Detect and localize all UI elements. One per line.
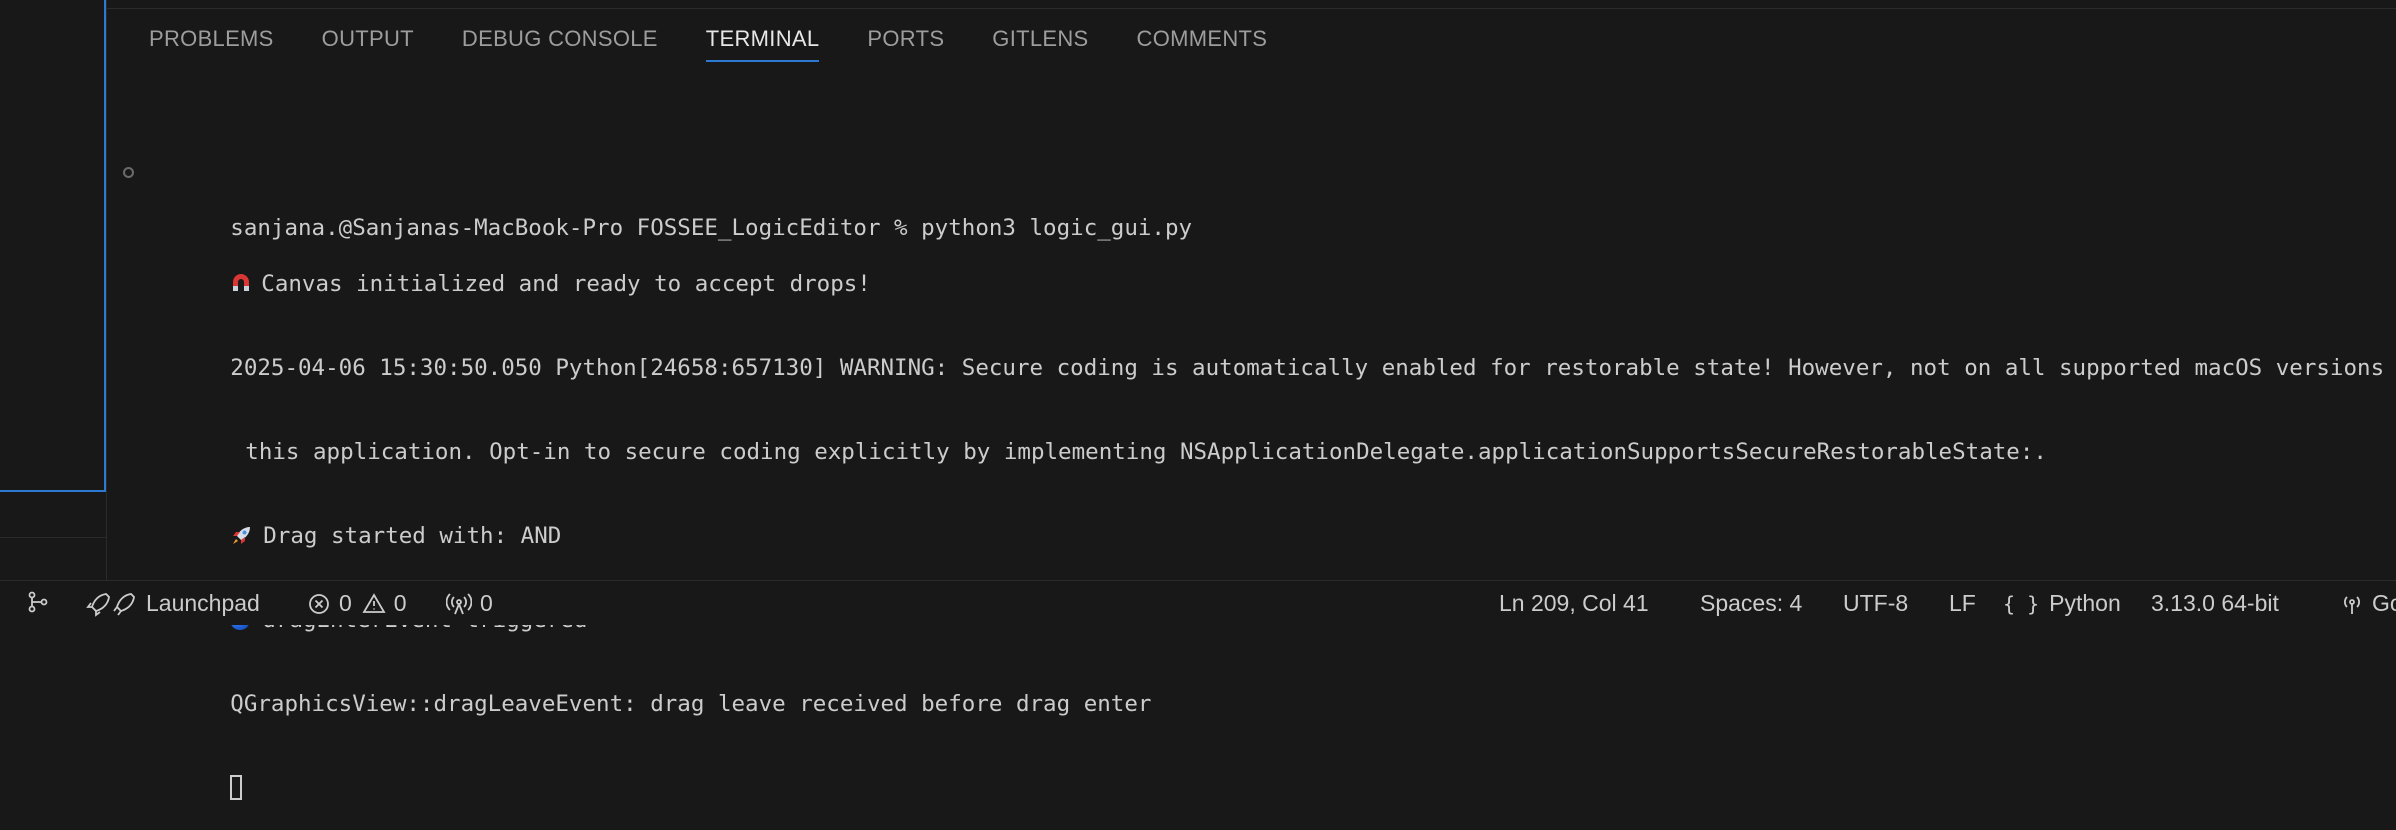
errors-count: 0	[339, 590, 352, 616]
bottom-panel: PROBLEMS OUTPUT DEBUG CONSOLE TERMINAL P…	[106, 0, 2396, 800]
warnings-count: 0	[393, 590, 407, 616]
command-status-icon[interactable]	[123, 167, 134, 178]
ports-count: 0	[480, 590, 493, 616]
launchpad-button[interactable]: Launchpad	[86, 590, 260, 617]
terminal-line: sanjana.@Sanjanas-MacBook-Pro FOSSEE_Log…	[123, 158, 2396, 241]
broadcast-icon	[2344, 595, 2360, 614]
cursor-position[interactable]: Ln 209, Col 41	[1499, 590, 1649, 617]
terminal-text: QGraphicsView::dragLeaveEvent: drag leav…	[230, 691, 1152, 717]
language-mode[interactable]: { } Python	[2003, 590, 2121, 617]
braces-icon: { }	[2003, 591, 2040, 616]
terminal-line: 2025-04-06 15:30:50.050 Python[24658:657…	[149, 326, 2396, 381]
language-label: Python	[2049, 590, 2121, 616]
eol-setting[interactable]: LF	[1949, 590, 1976, 617]
terminal-text: Drag started with: AND	[263, 523, 562, 549]
terminal-line: QGraphicsView::dragLeaveEvent: drag leav…	[149, 662, 2396, 717]
python-interpreter[interactable]: 3.13.0 64-bit	[2151, 590, 2279, 617]
terminal-line: Canvas initialized and ready to accept d…	[149, 242, 2396, 297]
go-live-label: Go Live	[2372, 590, 2396, 616]
status-bar: Launchpad 0 0 0 Ln 209, Col 41 Spaces: 4…	[0, 580, 2396, 625]
warning-icon	[362, 592, 386, 613]
encoding-setting[interactable]: UTF-8	[1843, 590, 1908, 617]
ports-status[interactable]: 0	[446, 590, 493, 617]
terminal-text: 2025-04-06 15:30:50.050 Python[24658:657…	[230, 355, 2396, 381]
tab-terminal[interactable]: TERMINAL	[705, 26, 820, 62]
sidebar-lower-panel	[0, 492, 107, 580]
tab-comments[interactable]: COMMENTS	[1137, 26, 1268, 62]
terminal-text: this application. Opt-in to secure codin…	[245, 439, 2047, 465]
broadcast-icon	[446, 592, 472, 614]
sidebar-panel	[0, 0, 106, 492]
launchpad-label: Launchpad	[146, 590, 260, 616]
tab-problems[interactable]: PROBLEMS	[149, 26, 274, 62]
magnet-emoji-icon	[233, 274, 250, 291]
source-control-icon[interactable]	[26, 590, 50, 614]
terminal-text: Canvas initialized and ready to accept d…	[261, 271, 871, 297]
tab-ports[interactable]: PORTS	[867, 26, 944, 62]
terminal-cursor	[230, 775, 243, 800]
indentation-setting[interactable]: Spaces: 4	[1700, 590, 1802, 617]
terminal-line	[149, 746, 2396, 800]
command-line: sanjana.@Sanjanas-MacBook-Pro FOSSEE_Log…	[230, 215, 1193, 241]
rocket-icon	[86, 592, 135, 617]
tab-gitlens[interactable]: GITLENS	[992, 26, 1088, 62]
rocket-emoji-icon	[233, 527, 251, 544]
go-live-button[interactable]: Go Live	[2340, 590, 2396, 617]
terminal-line: this application. Opt-in to secure codin…	[149, 410, 2396, 465]
tab-output[interactable]: OUTPUT	[322, 26, 414, 62]
panel-divider	[107, 8, 2396, 9]
terminal-output[interactable]: sanjana.@Sanjanas-MacBook-Pro FOSSEE_Log…	[123, 102, 2396, 830]
tab-debug-console[interactable]: DEBUG CONSOLE	[462, 26, 658, 62]
terminal-line: Drag started with: AND	[149, 494, 2396, 549]
panel-tabs: PROBLEMS OUTPUT DEBUG CONSOLE TERMINAL P…	[149, 26, 1315, 62]
error-icon	[309, 593, 329, 614]
problems-status[interactable]: 0 0	[307, 590, 407, 617]
